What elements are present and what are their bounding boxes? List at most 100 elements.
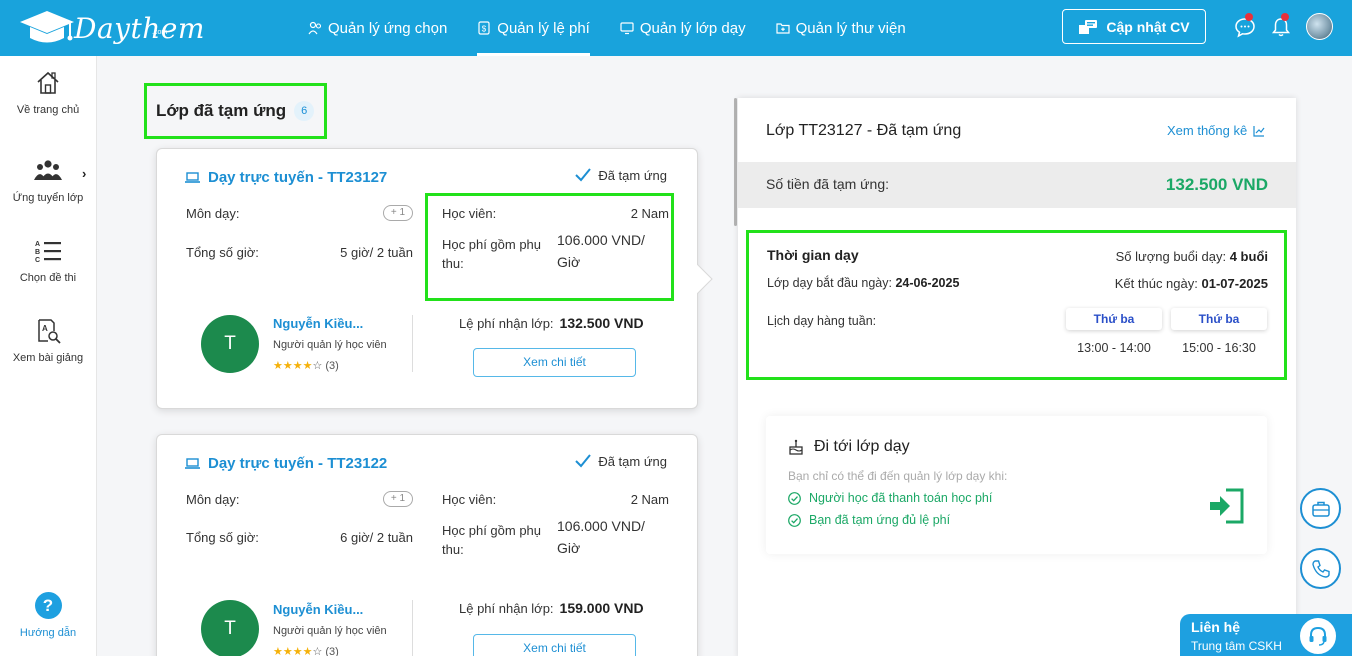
view-stats-link[interactable]: Xem thống kê xyxy=(1167,123,1265,138)
fee-icon: $ xyxy=(478,21,490,35)
advance-value: 132.500 VND xyxy=(1165,175,1268,194)
end-date-value: 01-07-2025 xyxy=(1201,276,1269,291)
contact-support-widget[interactable]: Liên hệ Trung tâm CSKH xyxy=(1180,614,1352,656)
class-title[interactable]: Dạy trực tuyến - TT23127 xyxy=(185,169,387,186)
divider xyxy=(412,600,413,656)
star-empty-icon: ☆ xyxy=(312,646,323,656)
time-slot: 13:00 - 14:00 xyxy=(1077,341,1151,355)
class-detail-panel: Lớp TT23127 - Đã tạm ứng Xem thống kê Số… xyxy=(738,98,1296,656)
tutor-avatar[interactable]: T xyxy=(201,600,259,656)
receive-fee: Lệ phí nhận lớp: 159.000 VND xyxy=(459,600,644,616)
sidebar-item-label: Về trang chủ xyxy=(16,104,80,116)
monitor-icon xyxy=(620,22,634,35)
svg-text:B: B xyxy=(35,249,40,256)
review-count: (3) xyxy=(325,646,339,656)
more-subjects-badge[interactable]: + 1 xyxy=(383,491,413,507)
page-title: Lớp đã tạm ứng xyxy=(156,101,287,120)
svg-text:A: A xyxy=(35,241,40,248)
svg-text:$: $ xyxy=(482,25,487,34)
count-badge: 6 xyxy=(294,101,315,121)
phone-float-button[interactable] xyxy=(1300,548,1341,589)
hours-value: 6 giờ/ 2 tuần xyxy=(340,530,413,545)
start-date: Lớp dạy bắt đầu ngày: 24-06-2025 xyxy=(767,276,959,290)
panel-title: Lớp TT23127 - Đã tạm ứng xyxy=(766,122,962,139)
check-circle-icon xyxy=(788,513,801,527)
hours-label: Tổng số giờ: xyxy=(186,530,259,545)
enter-door-icon[interactable] xyxy=(1206,486,1246,526)
help-icon: ? xyxy=(34,592,62,619)
phone-icon xyxy=(1311,559,1330,578)
laptop-icon xyxy=(185,458,200,469)
nav-item-fees[interactable]: $ Quản lý lệ phí xyxy=(469,0,598,56)
view-stats-label: Xem thống kê xyxy=(1167,123,1248,138)
notification-unread-dot xyxy=(1281,13,1289,21)
sidebar: Về trang chủ Ứng tuyển lớp › ABC Chọn đề… xyxy=(0,56,97,656)
status-badge: Đã tạm ứng xyxy=(574,453,667,469)
go-to-class-card[interactable]: Đi tới lớp dạy Bạn chỉ có thể đi đến quả… xyxy=(766,416,1267,554)
subject-label: Môn dạy: xyxy=(186,492,240,507)
tutor-avatar[interactable]: T xyxy=(201,315,259,373)
go-to-class-subtitle: Bạn chỉ có thể đi đến quản lý lớp dạy kh… xyxy=(788,469,1008,483)
receive-fee-value: 132.500 VND xyxy=(559,315,644,331)
advance-label: Số tiền đã tạm ứng: xyxy=(766,176,889,192)
schedule-title: Thời gian dạy xyxy=(767,247,859,263)
time-slot: 15:00 - 16:30 xyxy=(1182,341,1256,355)
people-icon xyxy=(308,21,322,35)
nav-item-candidates[interactable]: Quản lý ứng chọn xyxy=(300,0,455,56)
group-icon xyxy=(34,160,62,180)
user-avatar[interactable] xyxy=(1306,13,1333,40)
tutor-role: Người quản lý học viên xyxy=(273,339,387,351)
session-count-label: Số lượng buổi dạy: xyxy=(1115,249,1227,264)
start-date-label: Lớp dạy bắt đầu ngày: xyxy=(767,276,892,290)
nav-item-library[interactable]: Quản lý thư viện xyxy=(768,0,914,56)
check-icon xyxy=(575,168,592,182)
advance-amount-row: Số tiền đã tạm ứng: 132.500 VND xyxy=(738,162,1296,208)
nav-label: Quản lý ứng chọn xyxy=(328,19,448,37)
star-filled-icon: ★★★★ xyxy=(273,360,313,372)
sidebar-item-apply[interactable]: Ứng tuyển lớp xyxy=(0,158,96,204)
condition-item: Người học đã thanh toán học phí xyxy=(788,491,992,505)
sidebar-item-home[interactable]: Về trang chủ xyxy=(0,70,96,116)
divider xyxy=(412,315,413,372)
view-detail-button[interactable]: Xem chi tiết xyxy=(473,348,636,377)
nav-item-classes[interactable]: Quản lý lớp dạy xyxy=(612,0,754,56)
start-date-value: 24-06-2025 xyxy=(895,276,960,290)
brand-logo[interactable]: Daythem xyxy=(18,8,205,48)
tuition-label: Học phí gồm phụ thu: xyxy=(442,523,542,557)
briefcase-float-button[interactable] xyxy=(1300,488,1341,529)
receive-fee-label: Lệ phí nhận lớp: xyxy=(459,601,554,616)
svg-text:C: C xyxy=(35,257,40,264)
star-empty-icon: ☆ xyxy=(312,360,323,372)
main-nav: Quản lý ứng chọn $ Quản lý lệ phí Quản l… xyxy=(300,0,928,56)
class-title[interactable]: Dạy trực tuyến - TT23122 xyxy=(185,455,387,472)
end-date: Kết thúc ngày: 01-07-2025 xyxy=(1115,276,1268,291)
top-navbar: Daythem .com Quản lý ứng chọn $ Quản lý … xyxy=(0,0,1352,56)
class-card[interactable]: Dạy trực tuyến - TT23122 Đã tạm ứng Môn … xyxy=(156,434,698,656)
more-subjects-badge[interactable]: + 1 xyxy=(383,205,413,221)
laptop-icon xyxy=(185,172,200,183)
receive-fee-label: Lệ phí nhận lớp: xyxy=(459,316,554,331)
weekday-chip: Thứ ba xyxy=(1171,308,1267,330)
status-badge: Đã tạm ứng xyxy=(574,167,667,183)
update-cv-button[interactable]: Cập nhật CV xyxy=(1062,9,1206,44)
rating: ★★★★☆ (3) xyxy=(273,645,339,656)
view-detail-button[interactable]: Xem chi tiết xyxy=(473,634,636,656)
nav-label: Quản lý lớp dạy xyxy=(639,19,746,37)
highlight-box xyxy=(425,193,674,301)
sidebar-item-exams[interactable]: ABC Chọn đề thi xyxy=(0,238,96,284)
sidebar-item-label: Hướng dẫn xyxy=(19,627,77,639)
sidebar-item-lectures[interactable]: A Xem bài giảng xyxy=(0,318,96,364)
graduation-cap-icon xyxy=(20,11,74,43)
session-count-value: 4 buổi xyxy=(1229,249,1268,264)
tutor-name[interactable]: Nguyễn Kiều... xyxy=(273,316,363,331)
tutor-name[interactable]: Nguyễn Kiều... xyxy=(273,602,363,617)
check-circle-icon xyxy=(788,491,801,505)
lecture-search-icon: A xyxy=(38,319,61,344)
nav-label: Quản lý lệ phí xyxy=(497,19,590,37)
chevron-right-icon[interactable]: › xyxy=(82,166,86,181)
section-header: Lớp đã tạm ứng 6 xyxy=(144,83,327,139)
sidebar-item-help[interactable]: ? Hướng dẫn xyxy=(0,592,96,639)
scrollbar[interactable] xyxy=(734,98,737,226)
hours-label: Tổng số giờ: xyxy=(186,245,259,260)
go-to-class-title: Đi tới lớp dạy xyxy=(788,438,910,456)
